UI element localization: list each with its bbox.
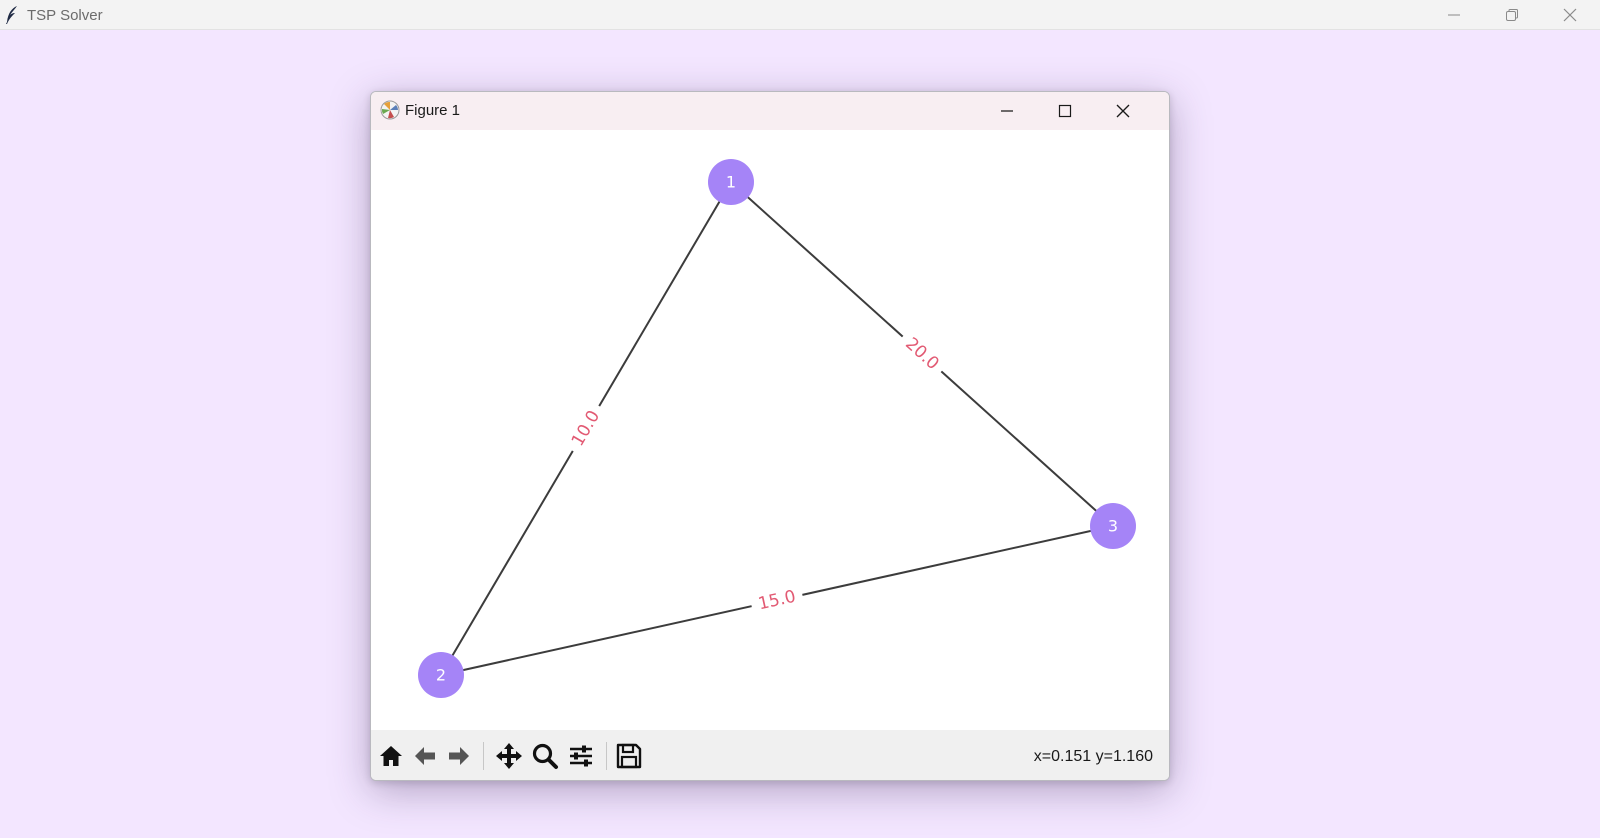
close-icon — [1116, 104, 1130, 118]
edge-weight-label: 15.0 — [749, 583, 805, 618]
navigation-toolbar: x=0.151 y=1.160 — [371, 730, 1169, 780]
home-icon — [380, 746, 402, 766]
figure-window: Figure 1 10.0 20.0 15.0 1 2 3 x=0.151 y=… — [370, 91, 1170, 781]
restore-button[interactable] — [1483, 0, 1541, 30]
back-button[interactable] — [409, 740, 441, 772]
toolbar-separator — [606, 742, 607, 770]
forward-button[interactable] — [443, 740, 475, 772]
zoom-button[interactable] — [529, 740, 561, 772]
restore-icon — [1506, 9, 1518, 21]
cursor-coordinates: x=0.151 y=1.160 — [1033, 748, 1153, 765]
home-button[interactable] — [375, 740, 407, 772]
maximize-icon — [1058, 104, 1072, 118]
save-icon — [616, 743, 642, 769]
edge-weight-text: 15.0 — [756, 587, 797, 615]
minimize-button[interactable] — [1425, 0, 1483, 30]
close-button[interactable] — [1541, 0, 1599, 30]
edge-weight-label: 10.0 — [562, 400, 610, 457]
figure-titlebar[interactable]: Figure 1 — [371, 92, 1169, 130]
save-button[interactable] — [613, 740, 645, 772]
feather-icon — [6, 6, 17, 24]
graph-plot: 10.020.015.0123 — [418, 159, 1136, 698]
back-icon — [415, 747, 435, 765]
pan-icon — [496, 743, 522, 769]
minimize-icon — [1001, 110, 1013, 112]
main-window-titlebar: TSP Solver — [0, 0, 1600, 30]
close-icon — [1563, 8, 1577, 22]
plot-canvas[interactable]: 10.0 20.0 15.0 1 2 3 — [371, 130, 1169, 730]
figure-close-button[interactable] — [1094, 92, 1152, 130]
pan-button[interactable] — [493, 740, 525, 772]
forward-icon — [449, 747, 469, 765]
figure-title: Figure 1 — [405, 102, 461, 119]
configure-subplots-icon — [570, 745, 592, 767]
minimize-icon — [1448, 14, 1460, 16]
configure-subplots-button[interactable] — [565, 740, 597, 772]
app-title: TSP Solver — [27, 7, 103, 24]
graph-node-label: 3 — [1108, 517, 1118, 536]
figure-maximize-button[interactable] — [1036, 92, 1094, 130]
zoom-icon — [532, 743, 558, 769]
graph-node-label: 2 — [436, 666, 446, 685]
figure-minimize-button[interactable] — [978, 92, 1036, 130]
graph-node-label: 1 — [726, 173, 736, 192]
toolbar-separator — [483, 742, 484, 770]
matplotlib-logo-icon — [380, 100, 400, 120]
